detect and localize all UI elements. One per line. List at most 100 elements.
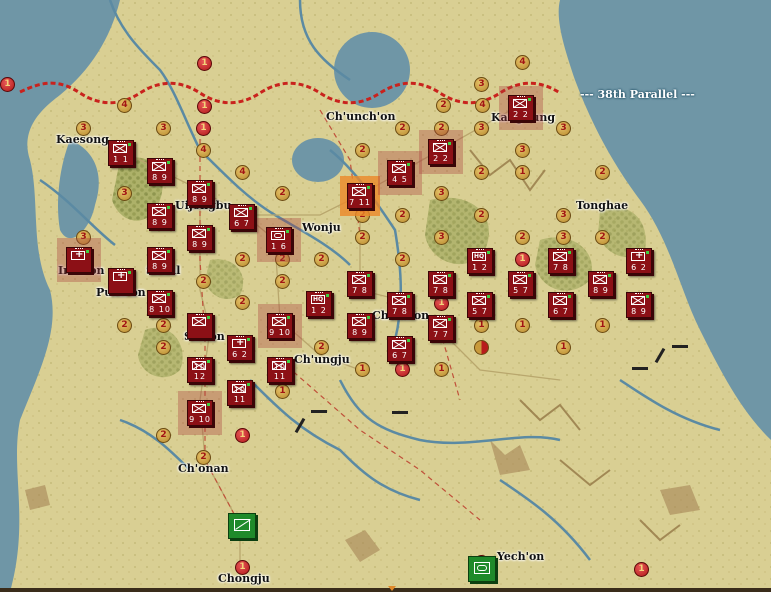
unit-counter[interactable] — [187, 313, 213, 339]
objective-marker[interactable]: 3 — [474, 77, 489, 92]
objective-marker[interactable]: 3 — [556, 121, 571, 136]
objective-marker[interactable]: 2 — [434, 121, 449, 136]
city-yechon[interactable]: Yech'on — [497, 550, 544, 563]
unit-counter[interactable]: 7 8 — [428, 271, 454, 297]
unit-counter[interactable]: 1 1 — [108, 140, 134, 166]
objective-marker[interactable]: 1 — [634, 562, 649, 577]
objective-marker[interactable]: 1 — [474, 318, 489, 333]
objective-marker[interactable]: 1 — [0, 77, 15, 92]
objective-marker[interactable]: 2 — [395, 208, 410, 223]
unit-counter[interactable]: 2 2 — [508, 95, 534, 121]
objective-marker[interactable]: 2 — [355, 230, 370, 245]
objective-marker[interactable]: 2 — [156, 428, 171, 443]
unit-counter[interactable]: 7 8 — [347, 271, 373, 297]
objective-marker[interactable]: 2 — [595, 230, 610, 245]
unit-counter[interactable]: 9 10 — [267, 313, 293, 339]
objective-marker[interactable]: 2 — [595, 165, 610, 180]
objective-marker[interactable]: 1 — [515, 318, 530, 333]
unit-counter[interactable]: 10 11 — [227, 380, 253, 406]
objective-marker[interactable]: 1 — [434, 296, 449, 311]
unit-counter[interactable]: 5 7 — [467, 292, 493, 318]
unit-counter[interactable]: 2 2 — [428, 139, 454, 165]
objective-marker[interactable]: 1 — [197, 56, 212, 71]
unit-counter[interactable]: 7 7 — [428, 315, 454, 341]
objective-marker[interactable]: 1 — [196, 121, 211, 136]
objective-marker[interactable]: 2 — [395, 252, 410, 267]
objective-marker[interactable]: 1 — [515, 252, 530, 267]
objective-marker[interactable]: 2 — [474, 165, 489, 180]
unit-counter[interactable]: 7 8 — [387, 292, 413, 318]
unit-counter[interactable]: 8 9 — [147, 247, 173, 273]
objective-marker[interactable]: 1 — [515, 165, 530, 180]
unit-counter[interactable]: 1 6 — [266, 227, 292, 253]
objective-marker[interactable]: 2 — [474, 208, 489, 223]
objective-marker[interactable]: 2 — [196, 450, 211, 465]
unit-counter[interactable]: 7 8 — [548, 248, 574, 274]
unit-counter[interactable]: 5 7 — [508, 271, 534, 297]
unit-counter[interactable]: 10 12 — [187, 357, 213, 383]
green-unit-counter[interactable] — [228, 513, 256, 539]
unit-counter[interactable]: 8 9 — [147, 158, 173, 184]
unit-counter[interactable]: 6 2 — [626, 248, 652, 274]
objective-marker[interactable]: 2 — [314, 340, 329, 355]
objective-marker[interactable]: 2 — [314, 252, 329, 267]
objective-marker[interactable]: 2 — [275, 274, 290, 289]
objective-marker[interactable]: 2 — [117, 318, 132, 333]
unit-counter-selected[interactable]: 7 11 — [347, 183, 373, 209]
objective-marker[interactable]: 1 — [434, 362, 449, 377]
objective-marker[interactable]: 2 — [395, 121, 410, 136]
objective-marker[interactable]: 2 — [156, 340, 171, 355]
objective-marker[interactable]: 3 — [76, 121, 91, 136]
unit-counter-hq[interactable]: HQ 1 2 — [306, 291, 332, 317]
objective-marker[interactable]: 2 — [156, 318, 171, 333]
objective-marker[interactable]: 1 — [275, 384, 290, 399]
unit-counter[interactable]: 6 7 — [548, 292, 574, 318]
objective-marker[interactable]: 3 — [434, 230, 449, 245]
objective-marker[interactable]: 2 — [515, 230, 530, 245]
objective-marker[interactable]: 2 — [355, 208, 370, 223]
unit-counter[interactable]: 8 9 — [588, 271, 614, 297]
objective-marker[interactable]: 2 — [196, 274, 211, 289]
green-unit-counter[interactable] — [468, 556, 496, 582]
objective-marker[interactable]: 4 — [235, 165, 250, 180]
unit-counter[interactable]: 8 9 — [187, 225, 213, 251]
unit-counter[interactable]: 8 9 — [347, 313, 373, 339]
objective-marker[interactable]: 3 — [156, 121, 171, 136]
game-map[interactable]: --- 38th Parallel --- Kaesong Ch'unch'on… — [0, 0, 771, 592]
objective-marker[interactable]: 2 — [275, 186, 290, 201]
unit-counter-hq[interactable]: HQ 1 2 — [467, 248, 493, 274]
unit-counter[interactable]: 8 10 — [147, 290, 173, 316]
unit-counter[interactable]: 6 7 — [229, 204, 255, 230]
objective-marker[interactable]: 2 — [355, 143, 370, 158]
unit-counter[interactable]: 8 9 — [147, 203, 173, 229]
objective-marker[interactable] — [474, 340, 489, 355]
unit-counter[interactable]: 9 10 — [187, 400, 213, 426]
unit-counter[interactable]: 10 11 — [267, 357, 293, 383]
unit-counter[interactable]: 8 9 — [187, 180, 213, 206]
unit-counter[interactable] — [66, 247, 92, 273]
unit-counter[interactable]: 8 9 — [626, 292, 652, 318]
unit-counter[interactable]: 6 7 — [387, 336, 413, 362]
unit-counter[interactable] — [108, 268, 134, 294]
objective-marker[interactable]: 1 — [355, 362, 370, 377]
city-wonju[interactable]: Wonju — [302, 221, 341, 234]
city-chunchon[interactable]: Ch'unch'on — [326, 110, 396, 123]
objective-marker[interactable]: 1 — [235, 560, 250, 575]
panel-toggle-icon[interactable] — [388, 586, 396, 591]
unit-counter[interactable]: 4 5 — [387, 160, 413, 186]
objective-marker[interactable]: 1 — [595, 318, 610, 333]
objective-marker[interactable]: 3 — [474, 121, 489, 136]
objective-marker[interactable]: 3 — [556, 208, 571, 223]
objective-marker[interactable]: 1 — [197, 99, 212, 114]
objective-marker[interactable]: 4 — [117, 98, 132, 113]
objective-marker[interactable]: 3 — [117, 186, 132, 201]
objective-marker[interactable]: 1 — [235, 428, 250, 443]
unit-counter[interactable]: 6 2 — [227, 335, 253, 361]
objective-marker[interactable]: 2 — [235, 252, 250, 267]
objective-marker[interactable]: 2 — [235, 295, 250, 310]
objective-marker[interactable]: 3 — [76, 230, 91, 245]
objective-marker[interactable]: 4 — [475, 98, 490, 113]
objective-marker[interactable]: 1 — [556, 340, 571, 355]
objective-marker[interactable]: 4 — [515, 55, 530, 70]
city-tonghae[interactable]: Tonghae — [576, 199, 628, 212]
